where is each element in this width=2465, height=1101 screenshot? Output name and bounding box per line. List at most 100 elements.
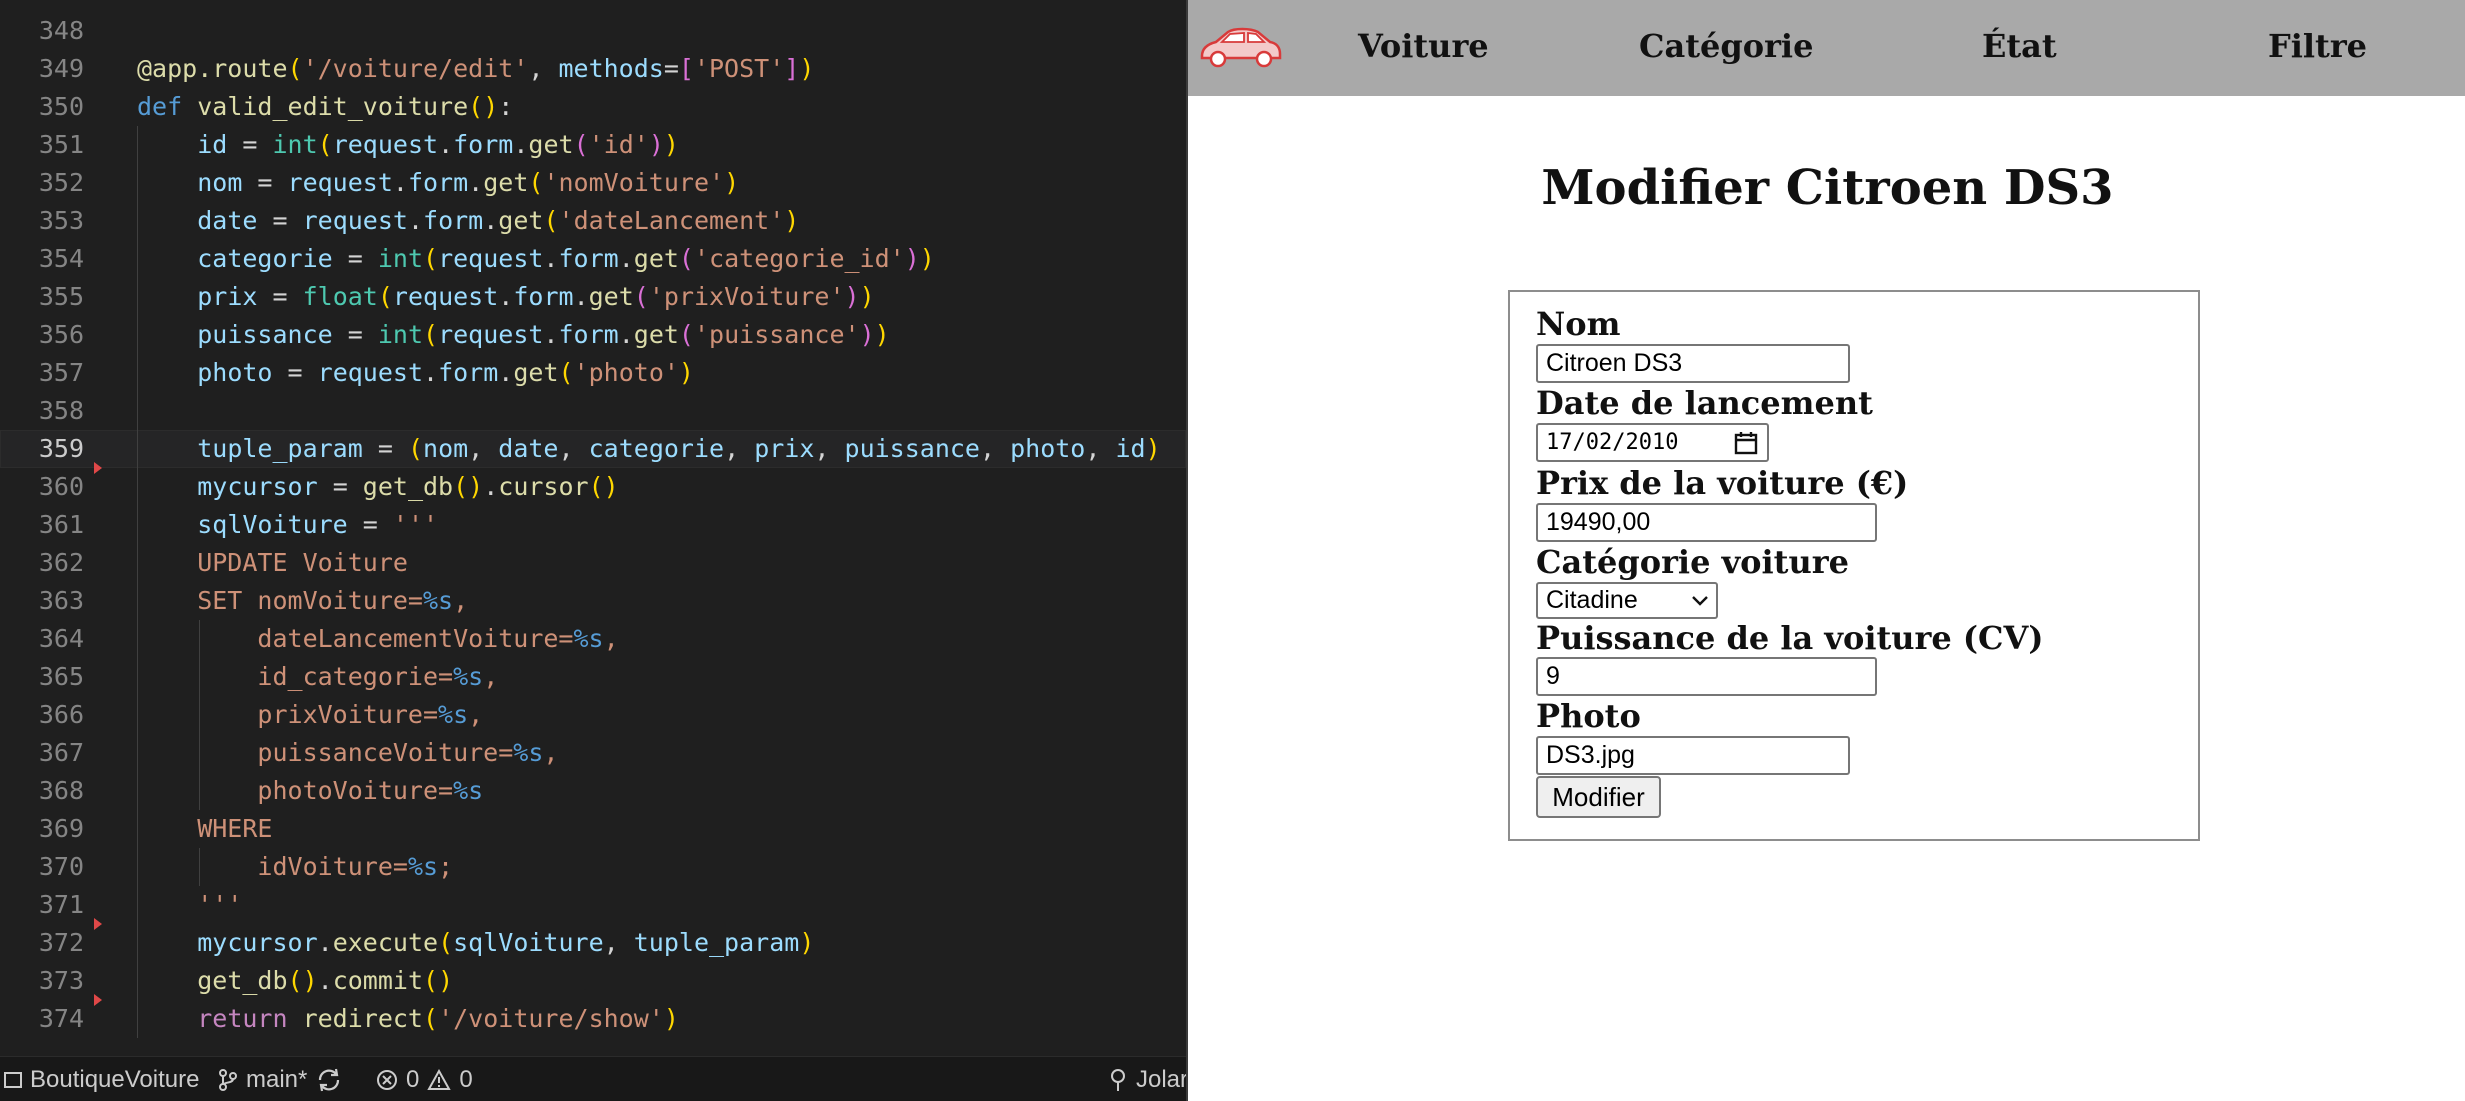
code-line[interactable]: 348 xyxy=(0,12,1186,50)
code-line[interactable]: 356 puissance = int(request.form.get('pu… xyxy=(0,316,1186,354)
line-number: 365 xyxy=(38,662,84,691)
categorie-selected-value: Citadine xyxy=(1546,586,1638,614)
code-text: SET nomVoiture=%s, xyxy=(137,586,469,615)
indent-guide xyxy=(137,126,138,1038)
date-input[interactable]: 17/02/2010 xyxy=(1536,423,1769,462)
sync-button[interactable] xyxy=(316,1057,342,1101)
code-line[interactable]: 358 xyxy=(0,392,1186,430)
line-number: 350 xyxy=(38,92,84,121)
nav-categorie[interactable]: Catégorie xyxy=(1639,0,1813,92)
line-number: 372 xyxy=(38,928,84,957)
browser-page: Voiture Catégorie État Filtre Modifier C… xyxy=(1186,0,2465,1101)
page-title: Modifier Citroen DS3 xyxy=(1541,160,2114,216)
code-line[interactable]: 371 ''' xyxy=(0,886,1186,924)
warning-count: 0 xyxy=(459,1066,473,1093)
sync-icon xyxy=(318,1068,340,1091)
line-number: 374 xyxy=(38,1004,84,1033)
window-icon xyxy=(4,1071,22,1088)
pin-icon xyxy=(1111,1068,1125,1091)
code-line[interactable]: 352 nom = request.form.get('nomVoiture') xyxy=(0,164,1186,202)
gutter-marker-icon[interactable] xyxy=(94,918,102,930)
code-line[interactable]: 367 puissanceVoiture=%s, xyxy=(0,734,1186,772)
gutter-marker-icon[interactable] xyxy=(94,994,102,1006)
categorie-select[interactable]: Citadine xyxy=(1536,582,1718,619)
code-text: get_db().commit() xyxy=(197,966,454,995)
nom-label: Nom xyxy=(1536,305,1621,343)
line-number: 367 xyxy=(38,738,84,767)
code-line[interactable]: 370 idVoiture=%s; xyxy=(0,848,1186,886)
nom-input[interactable]: Citroen DS3 xyxy=(1536,344,1850,383)
code-line[interactable]: 351 id = int(request.form.get('id')) xyxy=(0,126,1186,164)
code-line[interactable]: 350 def valid_edit_voiture(): xyxy=(0,88,1186,126)
line-number: 369 xyxy=(38,814,84,843)
line-number: 370 xyxy=(38,852,84,881)
line-number: 355 xyxy=(38,282,84,311)
code-text: tuple_param = (nom, date, categorie, pri… xyxy=(197,434,1161,463)
code-text: def valid_edit_voiture(): xyxy=(137,92,514,121)
branch-name: main* xyxy=(246,1066,308,1093)
code-text: return redirect('/voiture/show') xyxy=(197,1004,679,1033)
line-number: 358 xyxy=(38,396,84,425)
gutter-marker-icon[interactable] xyxy=(94,462,102,474)
line-number: 352 xyxy=(38,168,84,197)
photo-input[interactable]: DS3.jpg xyxy=(1536,736,1850,775)
code-line[interactable]: 359 tuple_param = (nom, date, categorie,… xyxy=(0,430,1186,468)
line-number: 373 xyxy=(38,966,84,995)
problems-item[interactable]: 0 0 xyxy=(376,1057,473,1101)
line-number: 357 xyxy=(38,358,84,387)
puissance-input[interactable]: 9 xyxy=(1536,657,1877,696)
code-line[interactable]: 373 get_db().commit() xyxy=(0,962,1186,1000)
line-number: 356 xyxy=(38,320,84,349)
line-number: 364 xyxy=(38,624,84,653)
code-text: sqlVoiture = ''' xyxy=(197,510,439,539)
code-text: prixVoiture=%s, xyxy=(137,700,484,729)
line-number: 363 xyxy=(38,586,84,615)
code-line[interactable]: 361 sqlVoiture = ''' xyxy=(0,506,1186,544)
code-text: id = int(request.form.get('id')) xyxy=(197,130,679,159)
code-text: categorie = int(request.form.get('catego… xyxy=(197,244,935,273)
code-editor[interactable]: 348 349 @app.route('/voiture/edit', method… xyxy=(0,0,1186,1056)
code-line[interactable]: 353 date = request.form.get('dateLanceme… xyxy=(0,202,1186,240)
code-text: dateLancementVoiture=%s, xyxy=(137,624,619,653)
modifier-button[interactable]: Modifier xyxy=(1536,776,1661,818)
date-value: 17/02/2010 xyxy=(1546,430,1679,455)
code-text: mycursor.execute(sqlVoiture, tuple_param… xyxy=(197,928,815,957)
code-text: idVoiture=%s; xyxy=(137,852,454,881)
calendar-icon[interactable] xyxy=(1733,430,1759,456)
line-number: 351 xyxy=(38,130,84,159)
code-line[interactable]: 363 SET nomVoiture=%s, xyxy=(0,582,1186,620)
code-line[interactable]: 354 categorie = int(request.form.get('ca… xyxy=(0,240,1186,278)
code-line[interactable]: 365 id_categorie=%s, xyxy=(0,658,1186,696)
nav-voiture[interactable]: Voiture xyxy=(1358,0,1489,92)
code-line[interactable]: 360 mycursor = get_db().cursor() xyxy=(0,462,1186,506)
code-text: puissance = int(request.form.get('puissa… xyxy=(197,320,890,349)
nav-filtre[interactable]: Filtre xyxy=(2268,0,2367,92)
car-logo-icon[interactable] xyxy=(1198,22,1282,72)
code-text: photo = request.form.get('photo') xyxy=(197,358,694,387)
code-line[interactable]: 366 prixVoiture=%s, xyxy=(0,696,1186,734)
code-line[interactable]: 369 WHERE xyxy=(0,810,1186,848)
code-line[interactable]: 362 UPDATE Voiture xyxy=(0,544,1186,582)
code-text: ''' xyxy=(137,890,243,919)
git-branch-icon xyxy=(219,1068,237,1091)
code-line[interactable]: 355 prix = float(request.form.get('prixV… xyxy=(0,278,1186,316)
code-line[interactable]: 368 photoVoiture=%s xyxy=(0,772,1186,810)
code-line[interactable]: 372 mycursor.execute(sqlVoiture, tuple_p… xyxy=(0,918,1186,962)
chevron-down-icon xyxy=(1692,595,1708,606)
nav-etat[interactable]: État xyxy=(1982,0,2057,92)
code-line[interactable]: 374 return redirect('/voiture/show') xyxy=(0,994,1186,1038)
code-line[interactable]: 357 photo = request.form.get('photo') xyxy=(0,354,1186,392)
branch-item[interactable]: main* xyxy=(218,1057,307,1101)
line-number: 359 xyxy=(38,434,84,463)
line-number: 361 xyxy=(38,510,84,539)
remote-project-item[interactable]: BoutiqueVoiture xyxy=(4,1057,199,1101)
code-line[interactable]: 364 dateLancementVoiture=%s, xyxy=(0,620,1186,658)
prix-input[interactable]: 19490,00 xyxy=(1536,503,1877,542)
user-name: Jolar xyxy=(1136,1066,1189,1093)
line-number: 360 xyxy=(38,472,84,501)
live-share-item[interactable]: Jolar xyxy=(1108,1057,1188,1101)
code-text: WHERE xyxy=(137,814,273,843)
prix-label: Prix de la voiture (€) xyxy=(1536,464,1909,502)
code-line[interactable]: 349 @app.route('/voiture/edit', methods=[… xyxy=(0,50,1186,88)
code-text: puissanceVoiture=%s, xyxy=(137,738,559,767)
